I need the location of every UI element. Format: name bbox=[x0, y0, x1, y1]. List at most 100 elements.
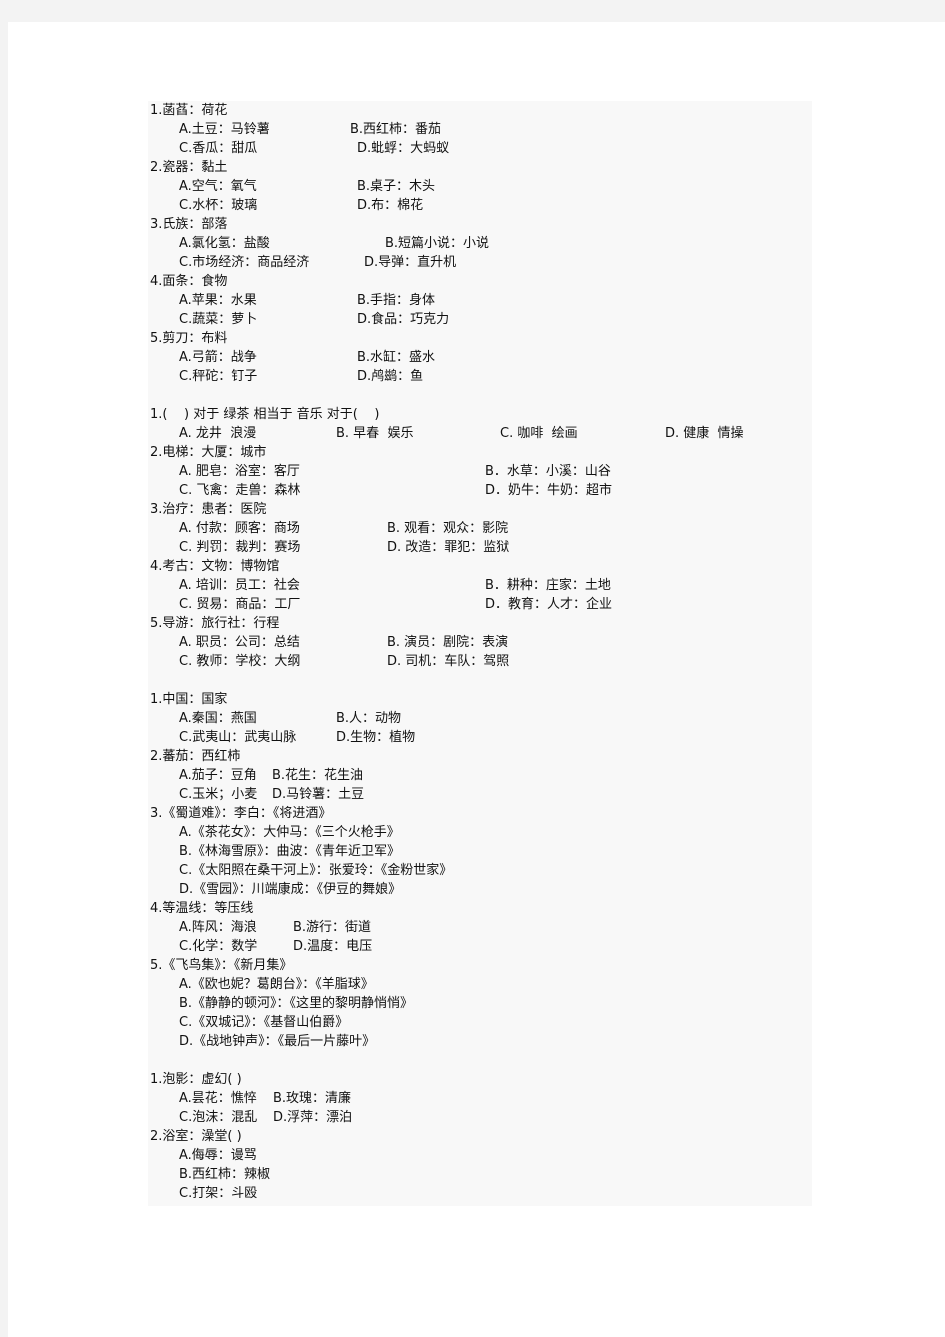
option-row: A. 培训：员工：社会 B．耕种：庄家：土地 bbox=[148, 576, 812, 595]
question-stem: 3.《蜀道难》：李白：《将进酒》 bbox=[150, 806, 332, 821]
question-stem: 2.瓷器：黏土 bbox=[150, 160, 228, 175]
option: A. 职员：公司：总结 bbox=[179, 635, 300, 650]
option: D. 健康 情操 bbox=[665, 426, 744, 441]
option: B.手指：身体 bbox=[357, 293, 436, 308]
option: C.玉米；小麦 bbox=[179, 787, 258, 802]
option: D. 改造：罪犯：监狱 bbox=[387, 540, 510, 555]
option: B.桌子：木头 bbox=[357, 179, 436, 194]
option-row: C. 贸易：商品：工厂 D．教育：人才：企业 bbox=[148, 595, 812, 614]
option: D.布：棉花 bbox=[357, 198, 424, 213]
option-row: A.阵风：海浪 B.游行：街道 bbox=[148, 918, 812, 937]
option: A.昙花：憔悴 bbox=[179, 1091, 257, 1106]
option-row: D.《战地钟声》：《最后一片藤叶》 bbox=[148, 1032, 812, 1051]
option: B．耕种：庄家：土地 bbox=[485, 578, 611, 593]
option: C.香瓜：甜瓜 bbox=[179, 141, 258, 156]
option-row: C.泡沫：混乱 D.浮萍：漂泊 bbox=[148, 1108, 812, 1127]
option-row: A.《欧也妮？葛朗台》：《羊脂球》 bbox=[148, 975, 812, 994]
option: C. 教师：学校：大纲 bbox=[179, 654, 301, 669]
option-row: A.苹果：水果 B.手指：身体 bbox=[148, 291, 812, 310]
option: B.花生：花生油 bbox=[272, 768, 364, 783]
option: B. 早春 娱乐 bbox=[336, 426, 414, 441]
option: A.阵风：海浪 bbox=[179, 920, 257, 935]
option: C. 飞禽：走兽：森林 bbox=[179, 483, 301, 498]
question-stem: 5.导游：旅行社：行程 bbox=[150, 616, 280, 631]
option: A. 龙井 浪漫 bbox=[179, 426, 257, 441]
option: A.土豆：马铃薯 bbox=[179, 122, 270, 137]
document-viewer: 1.菡萏：荷花 A.土豆：马铃薯 B.西红柿：番茄 C.香瓜：甜瓜 D.蚍蜉：大… bbox=[0, 0, 945, 1337]
option: C.武夷山：武夷山脉 bbox=[179, 730, 297, 745]
option-row: B.《林海雪原》：曲波：《青年近卫军》 bbox=[148, 842, 812, 861]
option: A. 培训：员工：社会 bbox=[179, 578, 300, 593]
option: B.短篇小说：小说 bbox=[385, 236, 490, 251]
option-row: A.弓箭：战争 B.水缸：盛水 bbox=[148, 348, 812, 367]
option-row: A. 付款：顾客：商场 B. 观看：观众：影院 bbox=[148, 519, 812, 538]
option: A.弓箭：战争 bbox=[179, 350, 257, 365]
option-row: C.香瓜：甜瓜 D.蚍蜉：大蚂蚁 bbox=[148, 139, 812, 158]
option: B.《林海雪原》：曲波：《青年近卫军》 bbox=[179, 844, 401, 859]
option: B.游行：街道 bbox=[293, 920, 372, 935]
option: D.《战地钟声》：《最后一片藤叶》 bbox=[179, 1034, 376, 1049]
option-row: A.氯化氢：盐酸 B.短篇小说：小说 bbox=[148, 234, 812, 253]
option: D.导弹：直升机 bbox=[364, 255, 457, 270]
question-stem: 3.治疗：患者：医院 bbox=[150, 502, 267, 517]
option-row: C.武夷山：武夷山脉 D.生物：植物 bbox=[148, 728, 812, 747]
option: B.玫瑰：清廉 bbox=[273, 1091, 352, 1106]
option: B. 演员：剧院：表演 bbox=[387, 635, 509, 650]
question-stem: 4.考古：文物：博物馆 bbox=[150, 559, 280, 574]
option: D.温度：电压 bbox=[293, 939, 373, 954]
question-stem: 2.浴室：澡堂( ) bbox=[150, 1129, 242, 1144]
option-row: A.茄子：豆角 B.花生：花生油 bbox=[148, 766, 812, 785]
option: B.西红柿：番茄 bbox=[350, 122, 442, 137]
option: D.《雪园》：川端康成：《伊豆的舞娘》 bbox=[179, 882, 402, 897]
option: C.泡沫：混乱 bbox=[179, 1110, 258, 1125]
option: B.水缸：盛水 bbox=[357, 350, 436, 365]
option: A. 肥皂：浴室：客厅 bbox=[179, 464, 300, 479]
question-stem: 4.等温线：等压线 bbox=[150, 901, 254, 916]
option: A.《茶花女》：大仲马：《三个火枪手》 bbox=[179, 825, 400, 840]
option: C.《太阳照在桑干河上》：张爱玲：《金粉世家》 bbox=[179, 863, 453, 878]
option: D.食品：巧克力 bbox=[357, 312, 450, 327]
option: A.茄子：豆角 bbox=[179, 768, 257, 783]
option-row: C.秤砣：钉子 D.鸬鹚：鱼 bbox=[148, 367, 812, 386]
option: C.蔬菜：萝卜 bbox=[179, 312, 258, 327]
question-stem: 2.蕃茄：西红柿 bbox=[150, 749, 241, 764]
question-content-block: 1.菡萏：荷花 A.土豆：马铃薯 B.西红柿：番茄 C.香瓜：甜瓜 D.蚍蜉：大… bbox=[148, 101, 812, 1206]
option-row: A. 肥皂：浴室：客厅 B．水草：小溪：山谷 bbox=[148, 462, 812, 481]
option: B.人：动物 bbox=[336, 711, 402, 726]
option-row: C.化学：数学 D.温度：电压 bbox=[148, 937, 812, 956]
option-row: C.《太阳照在桑干河上》：张爱玲：《金粉世家》 bbox=[148, 861, 812, 880]
option: D.浮萍：漂泊 bbox=[273, 1110, 353, 1125]
option-row: A. 职员：公司：总结 B. 演员：剧院：表演 bbox=[148, 633, 812, 652]
option: C.打架：斗殴 bbox=[179, 1186, 258, 1201]
option-row: C.玉米；小麦 D.马铃薯：土豆 bbox=[148, 785, 812, 804]
option: B.《静静的顿河》：《这里的黎明静悄悄》 bbox=[179, 996, 414, 1011]
question-stem: 1.( ) 对于 绿茶 相当于 音乐 对于( ) bbox=[150, 407, 380, 422]
option-row: C.《双城记》：《基督山伯爵》 bbox=[148, 1013, 812, 1032]
option: A.空气：氧气 bbox=[179, 179, 257, 194]
option: A. 付款：顾客：商场 bbox=[179, 521, 300, 536]
option: C.《双城记》：《基督山伯爵》 bbox=[179, 1015, 349, 1030]
option: D.生物：植物 bbox=[336, 730, 416, 745]
question-stem: 1.菡萏：荷花 bbox=[150, 103, 228, 118]
option-row: A.昙花：憔悴 B.玫瑰：清廉 bbox=[148, 1089, 812, 1108]
option: D.鸬鹚：鱼 bbox=[357, 369, 424, 384]
option: D．教育：人才：企业 bbox=[485, 597, 613, 612]
option: C.水杯：玻璃 bbox=[179, 198, 258, 213]
question-stem: 5.剪刀：布料 bbox=[150, 331, 228, 346]
option: B. 观看：观众：影院 bbox=[387, 521, 509, 536]
option-row: B.西红柿：辣椒 bbox=[148, 1165, 812, 1184]
question-stem: 3.氏族：部落 bbox=[150, 217, 228, 232]
option: C. 咖啡 绘画 bbox=[500, 426, 578, 441]
option: D.蚍蜉：大蚂蚁 bbox=[357, 141, 450, 156]
option: B．水草：小溪：山谷 bbox=[485, 464, 611, 479]
option-row: C.水杯：玻璃 D.布：棉花 bbox=[148, 196, 812, 215]
option: A.氯化氢：盐酸 bbox=[179, 236, 270, 251]
option-row: C. 教师：学校：大纲 D. 司机：车队：驾照 bbox=[148, 652, 812, 671]
option: A.《欧也妮？葛朗台》：《羊脂球》 bbox=[179, 977, 374, 992]
option: C. 判罚：裁判：赛场 bbox=[179, 540, 301, 555]
option-row: A.侮辱：谩骂 bbox=[148, 1146, 812, 1165]
option: A.苹果：水果 bbox=[179, 293, 257, 308]
